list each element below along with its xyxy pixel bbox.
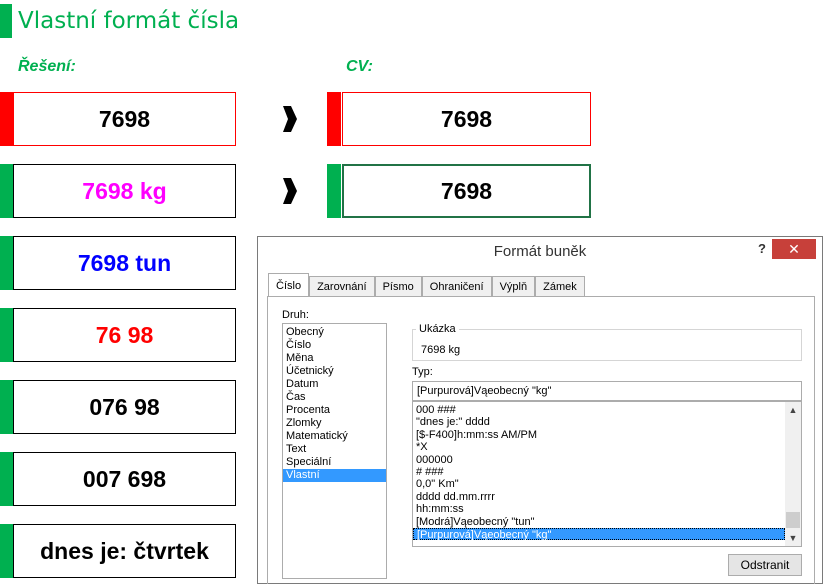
solution-strip	[0, 236, 14, 290]
solution-strip	[0, 452, 14, 506]
title-accent-bar	[0, 4, 12, 38]
category-item[interactable]: Speciální	[283, 456, 386, 469]
exercise-strip	[327, 164, 341, 218]
scroll-up-icon[interactable]: ▲	[785, 402, 801, 418]
dialog-tabs: Číslo Zarovnání Písmo Ohraničení Výplň Z…	[268, 273, 585, 297]
arrow-right-icon	[283, 106, 297, 132]
category-item[interactable]: Účetnický	[283, 365, 386, 378]
solution-cell[interactable]: 7698	[13, 92, 236, 146]
tab-vypln[interactable]: Výplň	[491, 276, 536, 297]
close-button[interactable]: ✕	[772, 239, 816, 259]
solution-strip	[0, 380, 14, 434]
tab-pismo[interactable]: Písmo	[374, 276, 422, 297]
solution-strip	[0, 92, 14, 146]
tab-cislo[interactable]: Číslo	[268, 273, 310, 297]
format-list[interactable]: 000 ### "dnes je:" dddd [$-F400]h:mm:ss AM…	[412, 401, 802, 547]
solution-cell[interactable]: 7698 kg	[13, 164, 236, 218]
type-input[interactable]	[412, 381, 802, 401]
solution-label: Řešení:	[18, 58, 76, 75]
scroll-down-icon[interactable]: ▼	[785, 530, 801, 546]
solution-cell[interactable]: 076 98	[13, 380, 236, 434]
category-item[interactable]: Zlomky	[283, 417, 386, 430]
format-cells-dialog: Formát buněk ? ✕ Číslo Zarovnání Písmo O…	[257, 236, 823, 584]
category-item[interactable]: Procenta	[283, 404, 386, 417]
sample-value: 7698 kg	[421, 344, 461, 356]
solution-cell[interactable]: 76 98	[13, 308, 236, 362]
format-item[interactable]: # ###	[413, 466, 785, 478]
format-item[interactable]: [Purpurová]Vąeobecný "kg"	[413, 527, 785, 541]
category-label: Druh:	[282, 309, 309, 321]
dialog-title: Formát buněk	[493, 243, 587, 260]
category-item[interactable]: Čas	[283, 391, 386, 404]
format-item[interactable]: dddd dd.mm.rrrr	[413, 491, 785, 503]
format-item[interactable]: 0,0" Km"	[413, 478, 785, 490]
format-item[interactable]: 000 ###	[413, 404, 785, 416]
format-item[interactable]: hh:mm:ss	[413, 503, 785, 515]
format-item[interactable]: 000000	[413, 454, 785, 466]
category-item[interactable]: Měna	[283, 352, 386, 365]
category-item[interactable]: Datum	[283, 378, 386, 391]
solution-strip	[0, 164, 14, 218]
solution-strip	[0, 308, 14, 362]
format-item[interactable]: [$-F400]h:mm:ss AM/PM	[413, 429, 785, 441]
tab-ohraniceni[interactable]: Ohraničení	[421, 276, 492, 297]
sample-label: Ukázka	[416, 323, 459, 335]
exercise-cell[interactable]: 7698	[342, 164, 591, 218]
category-list[interactable]: Obecný Číslo Měna Účetnický Datum Čas Procenta…	[282, 323, 387, 579]
format-item[interactable]: *X	[413, 441, 785, 453]
solution-cell[interactable]: 007 698	[13, 452, 236, 506]
format-item[interactable]: "dnes je:" dddd	[413, 416, 785, 428]
solution-cell[interactable]: 7698 tun	[13, 236, 236, 290]
exercise-cell[interactable]: 7698	[342, 92, 591, 146]
tab-zamek[interactable]: Zámek	[535, 276, 585, 297]
format-item[interactable]: [Modrá]Vąeobecný "tun"	[413, 516, 785, 528]
category-item[interactable]: Obecný	[283, 326, 386, 339]
page-title: Vlastní formát čísla	[18, 8, 240, 34]
exercise-label: CV:	[346, 58, 373, 75]
scroll-thumb[interactable]	[786, 512, 800, 528]
sample-group	[412, 329, 802, 361]
arrow-right-icon	[283, 178, 297, 204]
category-item[interactable]: Text	[283, 443, 386, 456]
exercise-strip	[327, 92, 341, 146]
solution-cell[interactable]: dnes je: čtvrtek	[13, 524, 236, 578]
solution-strip	[0, 524, 14, 578]
type-label: Typ:	[412, 366, 433, 378]
tab-zarovnani[interactable]: Zarovnání	[309, 276, 375, 297]
category-item[interactable]: Vlastní	[283, 469, 386, 482]
category-item[interactable]: Číslo	[283, 339, 386, 352]
help-button[interactable]: ?	[758, 241, 766, 256]
category-item[interactable]: Matematický	[283, 430, 386, 443]
remove-button[interactable]: Odstranit	[728, 554, 802, 576]
